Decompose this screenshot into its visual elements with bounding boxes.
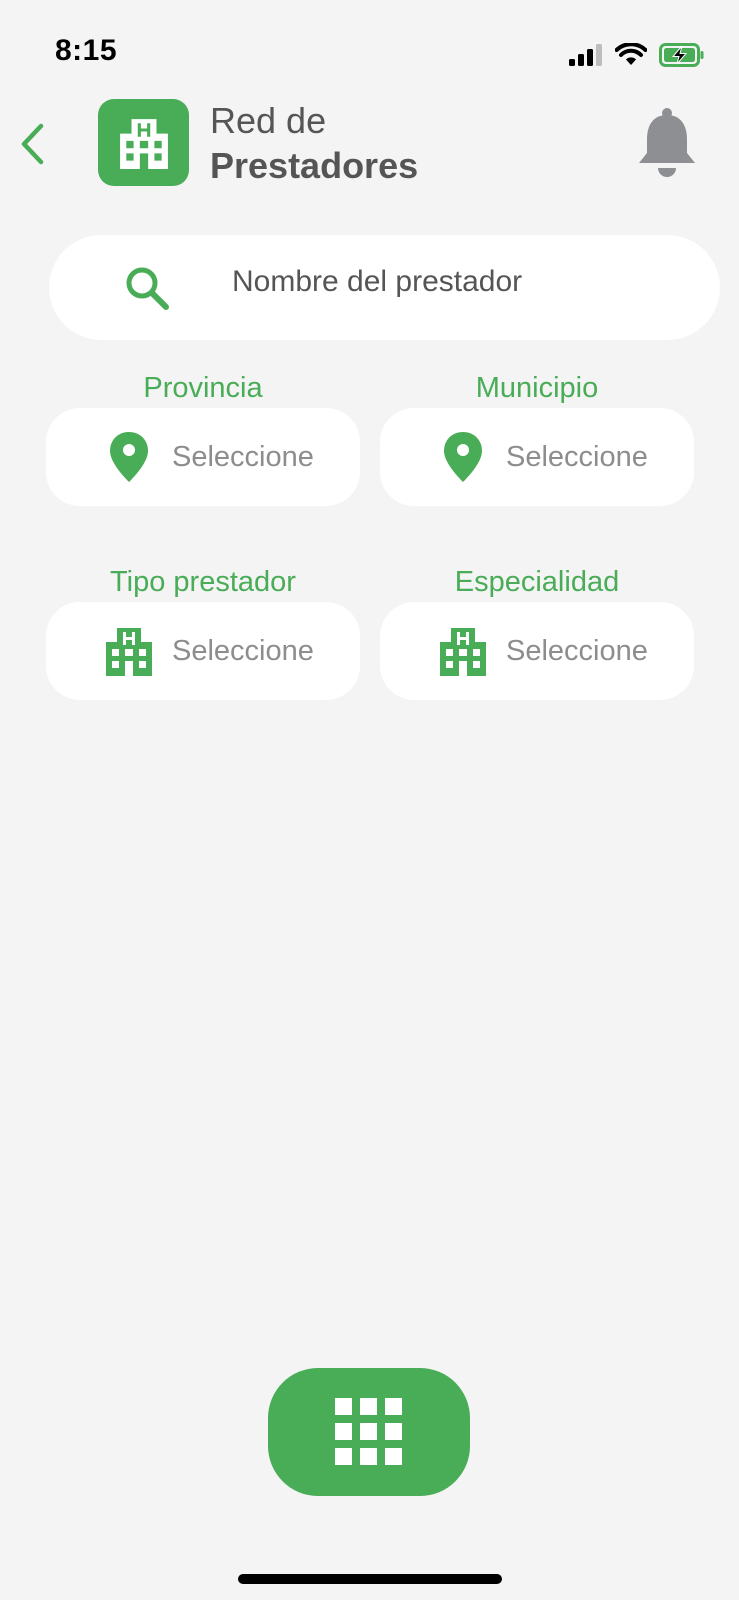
menu-grid-button[interactable] <box>268 1368 470 1496</box>
wifi-icon <box>615 43 647 65</box>
home-indicator[interactable] <box>238 1574 502 1584</box>
provincia-label: Provincia <box>143 372 263 404</box>
hospital-building-icon <box>119 118 168 169</box>
especialidad-select[interactable]: Seleccione <box>380 602 694 700</box>
location-pin-icon <box>430 432 496 482</box>
chevron-left-icon <box>21 123 44 165</box>
provincia-select[interactable]: Seleccione <box>46 408 360 506</box>
provincia-value: Seleccione <box>172 440 314 473</box>
especialidad-value: Seleccione <box>506 634 648 667</box>
search-icon <box>126 267 169 310</box>
status-time: 8:15 <box>55 34 118 67</box>
back-button[interactable] <box>12 116 52 172</box>
tipo-prestador-label: Tipo prestador <box>110 566 296 598</box>
search-placeholder: Nombre del prestador <box>232 265 523 298</box>
search-input[interactable]: Nombre del prestador <box>49 235 720 340</box>
tipo-prestador-value: Seleccione <box>172 634 314 667</box>
bell-icon <box>639 108 695 177</box>
tipo-prestador-select[interactable]: Seleccione <box>46 602 360 700</box>
hospital-building-icon <box>430 626 496 676</box>
page-title-line2: Prestadores <box>210 145 419 186</box>
hospital-building-icon <box>96 626 162 676</box>
signal-icon <box>569 44 602 66</box>
app-section-icon <box>98 99 189 186</box>
location-pin-icon <box>96 432 162 482</box>
municipio-label: Municipio <box>475 372 599 404</box>
page-title-line1: Red de <box>210 100 327 141</box>
especialidad-label: Especialidad <box>454 566 620 598</box>
notifications-button[interactable] <box>636 106 698 180</box>
grid-icon <box>335 1398 402 1465</box>
municipio-value: Seleccione <box>506 440 648 473</box>
municipio-select[interactable]: Seleccione <box>380 408 694 506</box>
battery-charging-icon <box>659 43 704 67</box>
status-icons <box>569 40 705 70</box>
